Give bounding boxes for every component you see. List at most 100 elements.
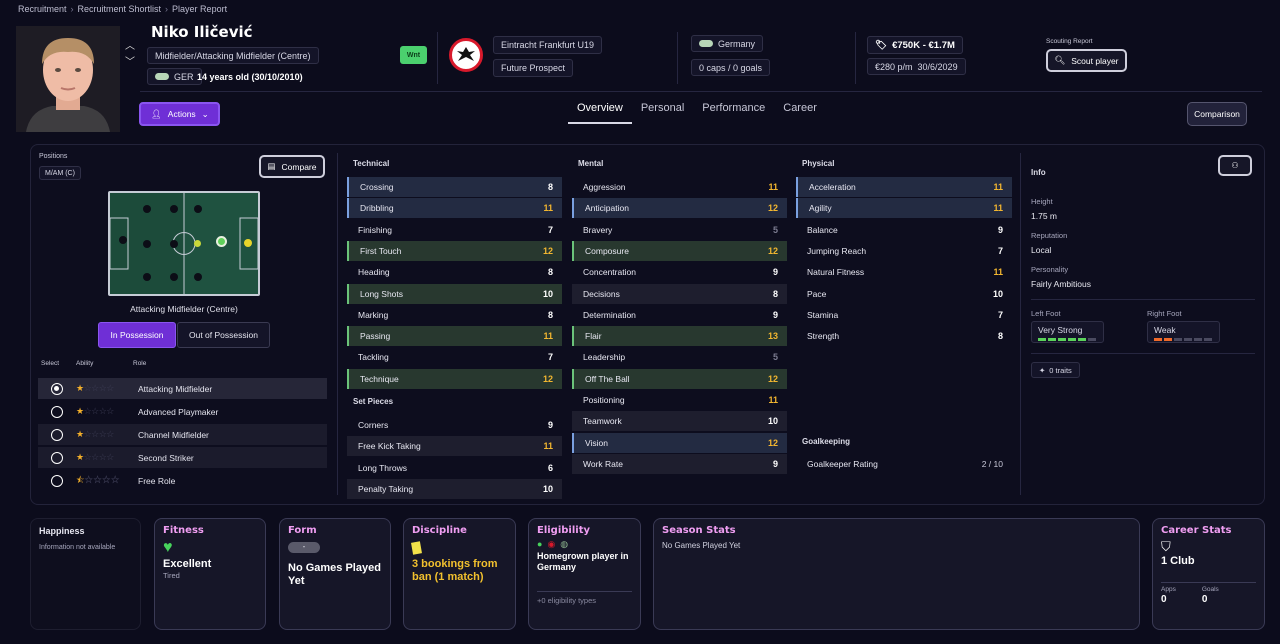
attribute-row[interactable]: Tackling 7	[347, 347, 562, 367]
actions-label: Actions	[167, 109, 196, 119]
attribute-row[interactable]: Leadership 5	[572, 347, 787, 367]
attribute-row[interactable]: Flair 13	[572, 326, 787, 347]
attribute-row[interactable]: Dribbling 11	[347, 198, 562, 219]
attribute-value: 7	[997, 245, 1003, 256]
discipline-title: Discipline	[412, 525, 467, 536]
reputation-value: Local	[1031, 245, 1052, 255]
price-tag-icon: 🏷	[875, 39, 888, 51]
divider	[677, 32, 678, 84]
attribute-row[interactable]: Heading 8	[347, 262, 562, 282]
discipline-card[interactable]: Discipline 3 bookings from ban (1 match)	[403, 518, 516, 630]
right-foot-meter	[1154, 338, 1213, 341]
role-name: Second Striker	[138, 452, 194, 463]
career-stats-card[interactable]: Career Stats ⛉ 1 Club Apps 0 Goals 0	[1152, 518, 1265, 630]
sparkle-icon: ✦	[1039, 365, 1046, 375]
radio-button[interactable]	[51, 405, 63, 418]
role-row[interactable]: ★☆☆☆☆ Channel Midfielder	[38, 424, 327, 445]
club-name[interactable]: Eintracht Frankfurt U19	[501, 40, 594, 50]
tab-overview[interactable]: Overview	[568, 96, 632, 124]
attribute-row[interactable]: Decisions 8	[572, 283, 787, 304]
info-settings-button[interactable]: ⚇	[1218, 155, 1252, 176]
attribute-row[interactable]: Composure 12	[572, 240, 787, 261]
attribute-row[interactable]: Long Shots 10	[347, 283, 562, 304]
wanted-badge: Wnt	[400, 46, 427, 64]
chevron-up-icon[interactable]: ︿	[125, 42, 135, 52]
chevron-right-icon: ›	[165, 4, 169, 14]
role-row[interactable]: ⯪☆☆☆☆ Free Role	[38, 470, 327, 491]
attribute-name: Work Rate	[583, 458, 623, 469]
yellow-card-icon	[411, 541, 422, 555]
attribute-row[interactable]: Anticipation 12	[572, 198, 787, 219]
actions-button[interactable]: 👤︎ Actions ⌄	[139, 102, 220, 126]
attribute-row[interactable]: Agility 11	[796, 198, 1012, 219]
attribute-name: Bravery	[583, 224, 613, 235]
attribute-row[interactable]: First Touch 12	[347, 240, 562, 261]
attribute-row[interactable]: Long Throws 6	[347, 458, 562, 478]
attribute-row[interactable]: Concentration 9	[572, 262, 787, 282]
attribute-row[interactable]: Aggression 11	[572, 177, 787, 197]
attribute-row[interactable]: Crossing 8	[347, 177, 562, 197]
form-badge: -	[288, 542, 320, 553]
attribute-name: Balance	[807, 224, 838, 235]
radio-selected[interactable]	[51, 382, 63, 395]
intl-nation[interactable]: Germany	[718, 39, 755, 49]
attribute-row[interactable]: Stamina 7	[796, 305, 1012, 325]
role-row[interactable]: ★☆☆☆☆ Second Striker	[38, 447, 327, 468]
eligibility-more[interactable]: +0 eligibility types	[537, 591, 632, 605]
form-card[interactable]: Form - No Games Played Yet	[279, 518, 391, 630]
select-header: Select	[41, 360, 60, 367]
attribute-row[interactable]: Penalty Taking 10	[347, 478, 562, 499]
comparison-button[interactable]: Comparison	[1187, 102, 1247, 126]
radio-button[interactable]	[51, 451, 63, 464]
attribute-row[interactable]: Off The Ball 12	[572, 368, 787, 389]
attribute-row[interactable]: Acceleration 11	[796, 177, 1012, 197]
tab-performance[interactable]: Performance	[693, 96, 774, 124]
radio-button[interactable]	[51, 474, 63, 487]
traits-pill[interactable]: ✦ 0 traits	[1031, 362, 1080, 378]
attribute-value: 9	[772, 309, 778, 320]
eligibility-card[interactable]: Eligibility ● ◉ ◍ Homegrown player in Ge…	[528, 518, 641, 630]
attribute-row[interactable]: Teamwork 10	[572, 411, 787, 432]
position-dot	[143, 273, 151, 281]
divider	[1031, 299, 1255, 300]
season-stats-card[interactable]: Season Stats No Games Played Yet	[653, 518, 1140, 630]
role-row[interactable]: ★☆☆☆☆ Advanced Playmaker	[38, 401, 327, 422]
scout-player-button[interactable]: 🔍︎ Scout player	[1046, 49, 1127, 72]
attribute-row[interactable]: Finishing 7	[347, 220, 562, 240]
attribute-name: Long Throws	[358, 462, 407, 473]
attribute-row[interactable]: Positioning 11	[572, 390, 787, 410]
radio-button[interactable]	[51, 428, 63, 441]
attribute-row[interactable]: Balance 9	[796, 220, 1012, 240]
attribute-row[interactable]: Free Kick Taking 11	[347, 436, 562, 457]
happiness-card[interactable]: Happiness Information not available	[30, 518, 141, 630]
attribute-row[interactable]: Bravery 5	[572, 220, 787, 240]
breadcrumb-recruitment[interactable]: Recruitment	[18, 4, 67, 14]
role-row[interactable]: ★☆☆☆☆ Attacking Midfielder	[38, 378, 327, 399]
club-name-pill[interactable]: Eintracht Frankfurt U19	[493, 36, 603, 54]
attribute-row[interactable]: Passing 11	[347, 326, 562, 347]
attribute-row[interactable]: Natural Fitness 11	[796, 262, 1012, 282]
attribute-row[interactable]: Strength 8	[796, 326, 1012, 346]
attribute-row[interactable]: Marking 8	[347, 305, 562, 325]
in-possession-toggle[interactable]: In Possession	[98, 322, 176, 348]
tab-career[interactable]: Career	[774, 96, 826, 124]
attribute-row[interactable]: Work Rate 9	[572, 453, 787, 474]
person-icon: ⚇	[1231, 161, 1239, 170]
chevron-down-icon[interactable]: ﹀	[125, 58, 135, 68]
out-of-possession-toggle[interactable]: Out of Possession	[177, 322, 270, 348]
fitness-card[interactable]: Fitness ♥ Excellent Tired	[154, 518, 266, 630]
intl-nation-pill[interactable]: Germany	[691, 35, 764, 52]
attribute-row[interactable]: Jumping Reach 7	[796, 241, 1012, 261]
position-dot	[170, 240, 178, 248]
tab-personal[interactable]: Personal	[632, 96, 693, 124]
meter-segment	[1038, 338, 1046, 341]
attribute-row[interactable]: Pace 10	[796, 284, 1012, 304]
club-logo[interactable]	[449, 38, 483, 72]
breadcrumb-shortlist[interactable]: Recruitment Shortlist	[78, 4, 162, 14]
attribute-row[interactable]: Vision 12	[572, 432, 787, 453]
attribute-row[interactable]: Corners 9	[347, 415, 562, 435]
attribute-row[interactable]: Technique 12	[347, 368, 562, 389]
attribute-row[interactable]: Determination 9	[572, 305, 787, 325]
goalkeeper-rating-label: Goalkeeper Rating	[807, 459, 878, 469]
compare-button[interactable]: ▤ Compare	[259, 155, 325, 178]
